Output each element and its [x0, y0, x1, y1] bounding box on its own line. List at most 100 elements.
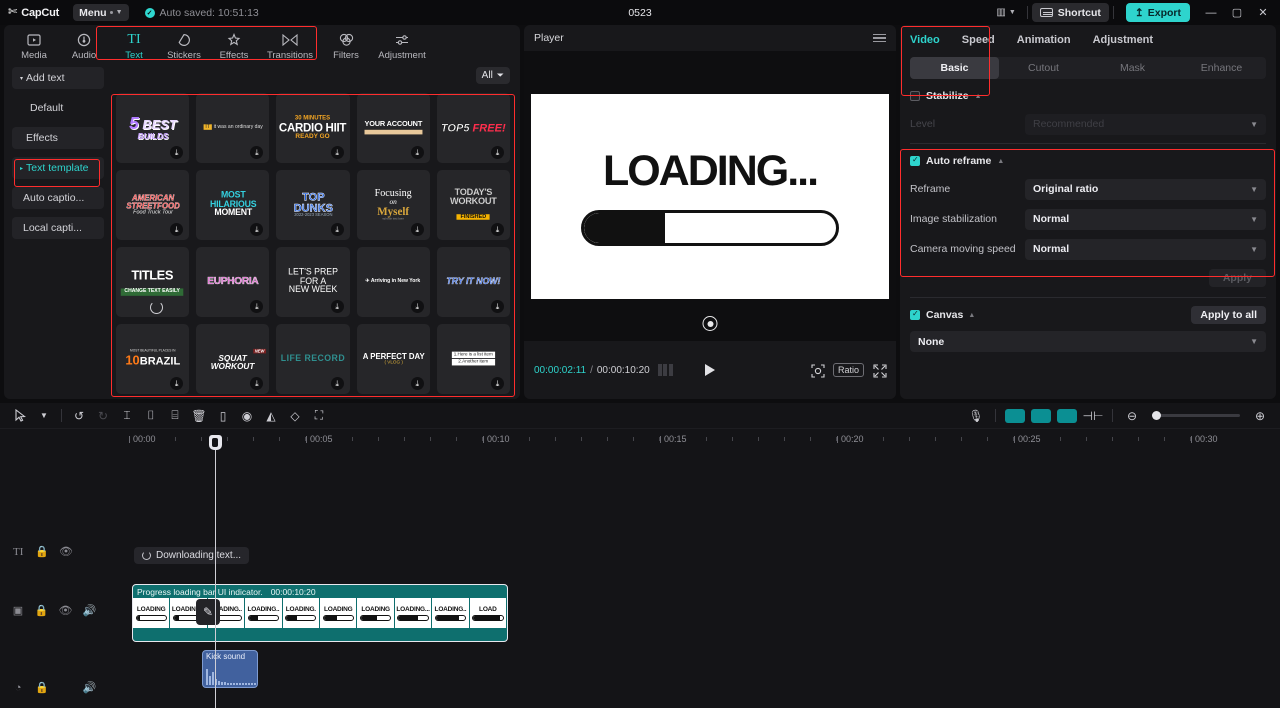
playhead[interactable]	[208, 435, 222, 708]
cover-button[interactable]	[1003, 405, 1027, 427]
template-item[interactable]: LET'S PREP FOR A NEW WEEK ⤓	[276, 247, 350, 317]
video-canvas[interactable]: LOADING...	[531, 93, 889, 299]
camera-moving-speed-select[interactable]: Normal ▼	[1025, 238, 1266, 260]
reframe-select[interactable]: Original ratio ▼	[1025, 178, 1266, 200]
link-icon[interactable]: ⊣⊢	[1081, 405, 1105, 427]
zoom-out-icon[interactable]: ⊖	[1120, 405, 1144, 427]
apply-button[interactable]: Apply	[1208, 269, 1266, 287]
fullscreen-icon[interactable]	[873, 363, 887, 378]
menu-button[interactable]: Menu ▼	[73, 4, 129, 21]
canvas-select[interactable]: None ▼	[910, 331, 1266, 352]
download-icon[interactable]: ⤓	[490, 223, 504, 236]
canvas-checkbox[interactable]	[910, 309, 920, 320]
apply-to-all-button[interactable]: Apply to all	[1191, 306, 1266, 324]
download-icon[interactable]: ⤓	[170, 223, 184, 236]
timeline-ruler[interactable]: 00:00 00:05 00:10 00:15 00:20 00:25 00:3…	[96, 429, 1280, 451]
hamburger-icon[interactable]	[873, 33, 886, 43]
tab-text[interactable]: TI Text	[109, 28, 159, 62]
template-item[interactable]: IT it was an ordinary day ⤓	[196, 93, 270, 163]
timeline-tracks[interactable]: Downloading text... Progress loading bar…	[96, 451, 1280, 708]
segment-mask[interactable]: Mask	[1088, 57, 1177, 79]
download-icon[interactable]: ⤓	[250, 377, 264, 390]
trim-left-icon[interactable]: ⌷	[139, 405, 163, 427]
auto-cut-button[interactable]	[1029, 405, 1053, 427]
download-icon[interactable]: ⤓	[410, 300, 424, 313]
speaker-icon[interactable]: 🔊	[83, 681, 97, 694]
template-item[interactable]: MOST HILARIOUS MOMENT ⤓	[196, 170, 270, 240]
download-icon[interactable]: ⤓	[410, 377, 424, 390]
split-icon[interactable]: ⌶	[115, 405, 139, 427]
select-cursor-icon[interactable]	[8, 405, 32, 427]
template-item[interactable]: EUPHORIA ⤓	[196, 247, 270, 317]
undo-icon[interactable]: ↺	[67, 405, 91, 427]
pencil-edit-icon[interactable]: ✎	[196, 599, 220, 625]
shortcut-button[interactable]: Shortcut	[1031, 3, 1109, 22]
microphone-icon[interactable]: 🎙	[964, 405, 988, 427]
add-transition-button[interactable]	[1055, 405, 1079, 427]
lock-icon[interactable]: 🔒	[35, 604, 49, 617]
video-clip[interactable]: Progress loading bar UI indicator. 00:00…	[132, 584, 508, 642]
template-item[interactable]: TOP DUNKS 2022-2023 SEASON ⤓	[276, 170, 350, 240]
download-icon[interactable]: ⤓	[490, 146, 504, 159]
layout-button[interactable]: ▥ ▼	[989, 4, 1022, 22]
speaker-icon[interactable]: 🔊	[83, 604, 97, 617]
segment-basic[interactable]: Basic	[910, 57, 999, 79]
tab-adjustment[interactable]: Adjustment	[371, 28, 433, 61]
tab-effects[interactable]: Effects	[209, 28, 259, 61]
redo-icon[interactable]: ↻	[91, 405, 115, 427]
template-item[interactable]: ✈ Arriving in New York ⤓	[356, 247, 430, 317]
sidebar-item-effects[interactable]: Effects	[12, 127, 104, 149]
crop-icon[interactable]: ⛶	[307, 405, 331, 427]
minimize-button[interactable]: —	[1198, 0, 1224, 25]
crop-frame-icon[interactable]: ▯	[211, 405, 235, 427]
chevron-up-icon[interactable]: ▲	[997, 158, 1004, 165]
sidebar-item-text-template[interactable]: ▸ Text template	[12, 157, 104, 179]
tab-filters[interactable]: Filters	[321, 28, 371, 61]
download-icon[interactable]: ⤓	[330, 377, 344, 390]
tab-media[interactable]: Media	[9, 28, 59, 61]
frame-grid-icon[interactable]	[657, 364, 673, 376]
auto-reframe-checkbox[interactable]	[910, 155, 920, 166]
download-icon[interactable]: ⤓	[330, 223, 344, 236]
template-item[interactable]: 30 MINUTES CARDIO HIIT READY GO ⤓	[276, 93, 350, 163]
zoom-slider-knob[interactable]	[1152, 411, 1161, 420]
stabilize-row[interactable]: Stabilize ▲	[900, 87, 1276, 105]
template-item[interactable]: YOUR ACCOUNT ⤓	[356, 93, 430, 163]
playhead-handle[interactable]	[208, 435, 222, 450]
download-icon[interactable]: ⤓	[410, 146, 424, 159]
template-item[interactable]: Focusing on Myself subtitle text here ⤓	[356, 170, 430, 240]
rotate-icon[interactable]: ◇	[283, 405, 307, 427]
download-icon[interactable]: ⤓	[250, 146, 264, 159]
lock-icon[interactable]: 🔒	[35, 545, 49, 558]
zoom-slider[interactable]	[1152, 411, 1240, 420]
tab-stickers[interactable]: Stickers	[159, 28, 209, 61]
chevron-up-icon[interactable]: ▲	[975, 93, 982, 100]
download-icon[interactable]: ⤓	[410, 223, 424, 236]
sidebar-item-auto-captions[interactable]: Auto captio...	[12, 187, 104, 209]
tab-audio[interactable]: Audio	[59, 28, 109, 61]
ratio-button[interactable]: Ratio	[832, 363, 864, 377]
download-icon[interactable]: ⤓	[170, 146, 184, 159]
template-item[interactable]: A PERFECT DAY ( VLOG ) ⤓	[356, 324, 430, 394]
close-button[interactable]: ✕	[1250, 0, 1276, 25]
template-item[interactable]: TRY IT NOW! ⤓	[436, 247, 510, 317]
template-item[interactable]: TITLES CHANGE TEXT EASILY	[116, 247, 190, 317]
template-item[interactable]: 1.Here is a list item 2.Another item ⤓	[436, 324, 510, 394]
download-icon[interactable]: ⤓	[330, 300, 344, 313]
template-item[interactable]: AMERICAN STREETFOOD Food Truck Tour ⤓	[116, 170, 190, 240]
image-stabilization-select[interactable]: Normal ▼	[1025, 208, 1266, 230]
segment-enhance[interactable]: Enhance	[1177, 57, 1266, 79]
lock-icon[interactable]: 🔒	[35, 681, 49, 694]
export-button[interactable]: ↥ Export	[1125, 3, 1190, 22]
tab-animation[interactable]: Animation	[1017, 34, 1071, 46]
sidebar-item-add-text[interactable]: ▾ Add text	[12, 67, 104, 89]
segment-cutout[interactable]: Cutout	[999, 57, 1088, 79]
template-filter-button[interactable]: All ⏷	[475, 66, 510, 84]
maximize-button[interactable]: ▢	[1224, 0, 1250, 25]
template-item[interactable]: TODAY'S WORKOUT FINISHED ⤓	[436, 170, 510, 240]
download-icon[interactable]: ⤓	[330, 146, 344, 159]
sidebar-item-default[interactable]: Default	[12, 97, 104, 119]
auto-reframe-row[interactable]: Auto reframe ▲	[900, 152, 1276, 170]
chevron-down-icon[interactable]: ▼	[32, 405, 56, 427]
tab-speed[interactable]: Speed	[962, 34, 995, 46]
